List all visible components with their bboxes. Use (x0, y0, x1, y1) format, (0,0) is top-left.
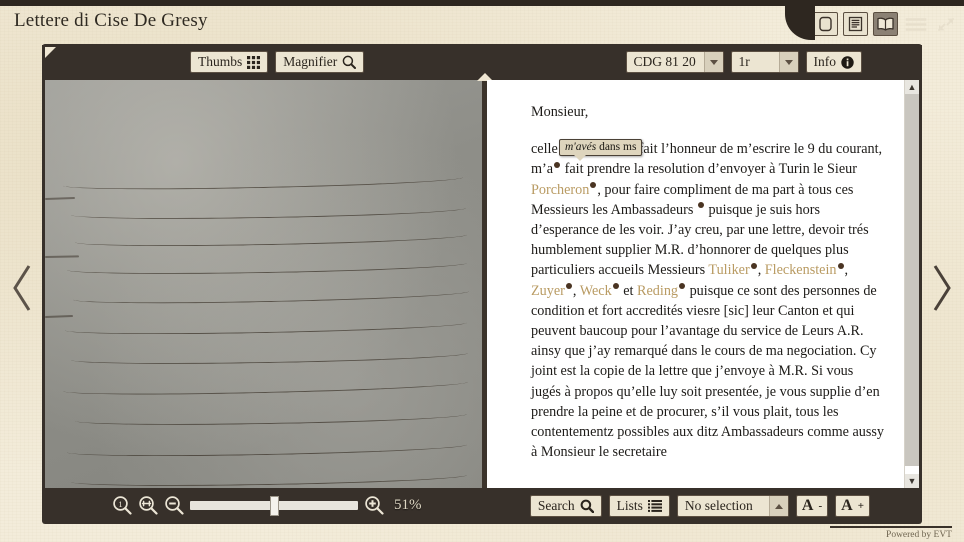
font-increase-sup: + (857, 499, 864, 512)
zoom-slider[interactable] (190, 495, 358, 516)
footer-divider (830, 526, 952, 528)
page-select-value: 1r (738, 54, 750, 69)
page-title: Lettere di Cise De Gresy (14, 10, 208, 31)
person-name[interactable]: Reding (637, 283, 678, 299)
search-icon (580, 499, 594, 513)
person-name[interactable]: Porcheron (531, 182, 589, 198)
chevron-down-icon[interactable] (778, 52, 798, 72)
person-name[interactable]: Tuliker (708, 262, 749, 278)
font-decrease-label: A (801, 497, 814, 514)
thumbs-label: Thumbs (198, 54, 243, 70)
previous-page-button[interactable] (8, 262, 38, 314)
scroll-down-icon[interactable]: ▼ (905, 474, 919, 488)
letter-body: celle que m’avez fait l’honneur de m’esc… (531, 141, 885, 461)
thumbs-button[interactable]: Thumbs (190, 51, 269, 73)
person-name[interactable]: Fleckenstein (765, 262, 837, 278)
variant-tooltip: m'avés dans ms (559, 139, 643, 161)
popup-marker-icon[interactable] (565, 282, 572, 289)
search-label: Search (537, 498, 575, 514)
document-select[interactable]: CDG 81 20 (625, 51, 724, 73)
magnifier-label: Magnifier (283, 54, 338, 70)
transcription-pane[interactable]: Monsieur, celle que m’avez fait l’honneu… (487, 80, 919, 488)
manuscript-handwriting (45, 80, 482, 488)
zoom-slider-thumb[interactable] (270, 495, 279, 516)
document-select-value: CDG 81 20 (633, 54, 696, 69)
footer-credit: Powered by EVT (886, 530, 952, 540)
font-decrease-sup: - (818, 499, 823, 512)
zoom-fit-icon[interactable] (138, 495, 158, 515)
zoom-in-icon[interactable] (364, 495, 384, 515)
search-button[interactable]: Search (529, 495, 602, 517)
toolbar-curve-decoration (785, 6, 815, 40)
list-icon (647, 500, 662, 512)
grid-icon (247, 55, 261, 69)
popup-marker-icon[interactable] (837, 262, 844, 269)
selection-dropdown[interactable]: No selection (676, 495, 789, 517)
app-header: Lettere di Cise De Gresy (0, 6, 964, 47)
scroll-up-icon[interactable]: ▲ (905, 80, 919, 94)
info-icon (841, 55, 854, 69)
font-increase-label: A (841, 497, 853, 514)
info-button[interactable]: Info (805, 51, 862, 73)
magnifier-button[interactable]: Magnifier (275, 51, 365, 73)
transcription-scrollbar[interactable]: ▲ ▼ (904, 80, 919, 488)
info-label: Info (813, 54, 837, 70)
chevron-down-icon[interactable] (703, 52, 723, 72)
selection-dropdown-value: No selection (684, 498, 753, 513)
zoom-percent-label: 51% (394, 496, 422, 513)
popup-marker-icon[interactable] (697, 202, 704, 209)
image-zoom-controls: 1 51% (112, 495, 422, 516)
viewer-frame: Thumbs Magnifier CDG 81 20 1r Info Monsi… (42, 44, 922, 524)
next-page-button[interactable] (926, 262, 956, 314)
viewer-panes: Monsieur, celle que m’avez fait l’honneu… (45, 73, 919, 488)
person-name[interactable]: Weck (580, 283, 612, 299)
svg-text:1: 1 (118, 499, 122, 509)
lists-button[interactable]: Lists (608, 495, 670, 517)
collapse-icon[interactable] (933, 12, 958, 36)
book-view-icon[interactable] (873, 12, 898, 36)
zoom-actual-size-icon[interactable]: 1 (112, 495, 132, 515)
menu-icon[interactable] (903, 12, 928, 36)
zoom-out-icon[interactable] (164, 495, 184, 515)
lists-label: Lists (616, 498, 643, 514)
popup-marker-icon[interactable] (590, 181, 597, 188)
popup-marker-icon[interactable] (554, 161, 561, 168)
popup-marker-icon[interactable] (750, 262, 757, 269)
tooltip-rest-text: dans ms (596, 141, 637, 153)
page-select[interactable]: 1r (730, 51, 799, 73)
scrollbar-thumb[interactable] (905, 94, 919, 466)
tooltip-italic-text: m'avés (565, 141, 597, 153)
manuscript-image-pane[interactable] (45, 80, 482, 488)
popup-marker-icon[interactable] (612, 282, 619, 289)
transcription-text: Monsieur, celle que m’avez fait l’honneu… (487, 80, 919, 488)
salutation: Monsieur, (531, 104, 589, 120)
text-view-icon[interactable] (843, 12, 868, 36)
font-increase-button[interactable]: A + (835, 495, 870, 517)
magnifier-icon (342, 55, 357, 69)
font-decrease-button[interactable]: A- (795, 495, 829, 517)
view-mode-toolbar (785, 6, 958, 40)
chevron-up-icon[interactable] (768, 496, 788, 516)
single-page-view-icon[interactable] (813, 12, 838, 36)
popup-marker-icon[interactable] (679, 282, 686, 289)
person-name[interactable]: Zuyer (531, 283, 565, 299)
